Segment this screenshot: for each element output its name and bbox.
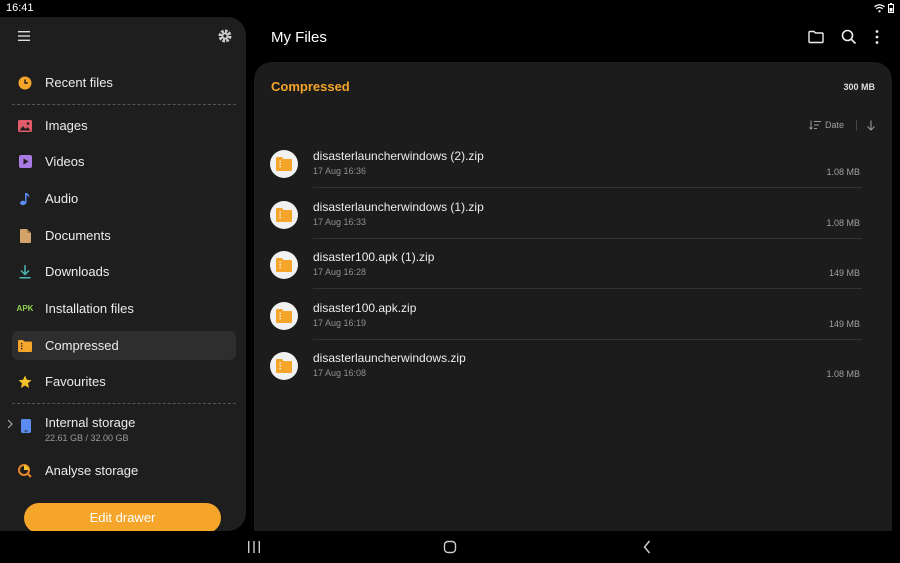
sidebar-item-label: Videos [45,154,85,169]
sidebar-item-label: Documents [45,228,111,243]
file-size: 149 MB [828,319,860,329]
sidebar-item-label: Installation files [45,301,134,316]
image-icon [14,115,36,137]
sort-lines-icon[interactable] [809,120,821,130]
zip-file-icon [270,201,298,229]
file-date: 17 Aug 16:19 [313,318,367,328]
sort-bar[interactable]: Date [809,118,876,132]
status-bar: 16:41 [0,0,900,17]
drawer-divider [12,104,236,105]
zip-file-icon [270,251,298,279]
file-date: 17 Aug 16:33 [313,217,367,227]
star-icon [14,371,36,393]
hamburger-menu-icon[interactable] [16,27,34,45]
sidebar-item-audio[interactable]: Audio [12,184,236,213]
sidebar-item-label: Favourites [45,374,106,389]
zip-file-icon [270,302,298,330]
back-icon[interactable] [642,539,652,555]
apk-icon: APK [14,298,36,320]
file-date: 17 Aug 16:36 [313,166,367,176]
music-note-icon [14,188,36,210]
row-divider [313,288,862,289]
file-date: 17 Aug 16:28 [313,267,367,277]
apk-icon-text: APK [16,304,34,313]
sidebar-item-label: Images [45,118,88,133]
battery-icon [888,3,894,13]
sidebar-item-internal-storage[interactable]: Internal storage 22.61 GB / 32.00 GB [0,412,246,452]
sidebar-item-compressed[interactable]: Compressed [12,331,236,360]
folder-size: 300 MB [843,82,875,92]
arrow-down-icon[interactable] [866,120,876,131]
drawer-divider [12,403,236,404]
storage-usage: 22.61 GB / 32.00 GB [45,433,129,443]
recent-apps-icon[interactable] [247,541,261,553]
gear-icon[interactable] [216,27,234,45]
home-icon[interactable] [443,540,457,554]
file-size: 1.08 MB [826,167,860,177]
file-size: 1.08 MB [826,369,860,379]
sort-divider [856,119,857,131]
folder-title: Compressed [271,79,350,94]
file-row[interactable]: disasterlauncherwindows (1).zip 17 Aug 1… [268,189,876,239]
file-list-panel: Compressed 300 MB Date disasterlauncherw… [254,62,892,531]
system-icons [874,3,894,13]
sort-label[interactable]: Date [825,120,844,130]
file-size: 149 MB [828,268,860,278]
navigation-drawer: Recent files Images Videos Audio Documen… [0,17,246,531]
sidebar-item-installation-files[interactable]: APK Installation files [12,294,236,323]
folder-icon[interactable] [807,28,825,46]
sidebar-item-images[interactable]: Images [12,111,236,140]
file-name: disasterlauncherwindows (1).zip [313,200,484,214]
sidebar-item-favourites[interactable]: Favourites [12,367,236,396]
phone-storage-icon [16,416,36,436]
file-name: disaster100.apk (1).zip [313,250,435,264]
zip-file-icon [270,352,298,380]
chevron-right-icon[interactable] [5,418,15,430]
file-row[interactable]: disaster100.apk.zip 17 Aug 16:19 149 MB [268,290,876,340]
file-name: disaster100.apk.zip [313,301,417,315]
more-options-icon[interactable] [868,28,886,46]
zip-folder-icon [14,335,36,357]
sidebar-item-recent-files[interactable]: Recent files [12,68,236,97]
file-date: 17 Aug 16:08 [313,368,367,378]
file-size: 1.08 MB [826,218,860,228]
file-row[interactable]: disasterlauncherwindows (2).zip 17 Aug 1… [268,138,876,188]
file-name: disasterlauncherwindows (2).zip [313,149,484,163]
video-icon [14,151,36,173]
search-icon[interactable] [840,28,858,46]
sidebar-item-documents[interactable]: Documents [12,221,236,250]
drawer-header [0,17,246,57]
wifi-icon [874,3,885,12]
system-nav-bar [0,531,900,563]
analyse-storage-icon [14,460,36,482]
file-name: disasterlauncherwindows.zip [313,351,466,365]
document-icon [14,225,36,247]
file-row[interactable]: disasterlauncherwindows.zip 17 Aug 16:08… [268,340,876,390]
zip-file-icon [270,150,298,178]
sidebar-item-label: Downloads [45,264,110,279]
storage-label: Internal storage [45,415,136,430]
sidebar-item-label: Recent files [45,75,113,90]
sidebar-item-analyse-storage[interactable]: Analyse storage [12,456,236,485]
row-divider [313,187,862,188]
sidebar-item-videos[interactable]: Videos [12,147,236,176]
status-time: 16:41 [6,2,34,14]
sidebar-item-downloads[interactable]: Downloads [12,257,236,286]
sidebar-item-label: Audio [45,191,79,206]
edit-drawer-button[interactable]: Edit drawer [24,503,221,531]
file-row[interactable]: disaster100.apk (1).zip 17 Aug 16:28 149… [268,239,876,289]
sidebar-item-label: Analyse storage [45,463,139,478]
page-title: My Files [271,29,327,46]
sidebar-item-label: Compressed [45,338,119,353]
download-icon [14,261,36,283]
clock-icon [14,72,36,94]
